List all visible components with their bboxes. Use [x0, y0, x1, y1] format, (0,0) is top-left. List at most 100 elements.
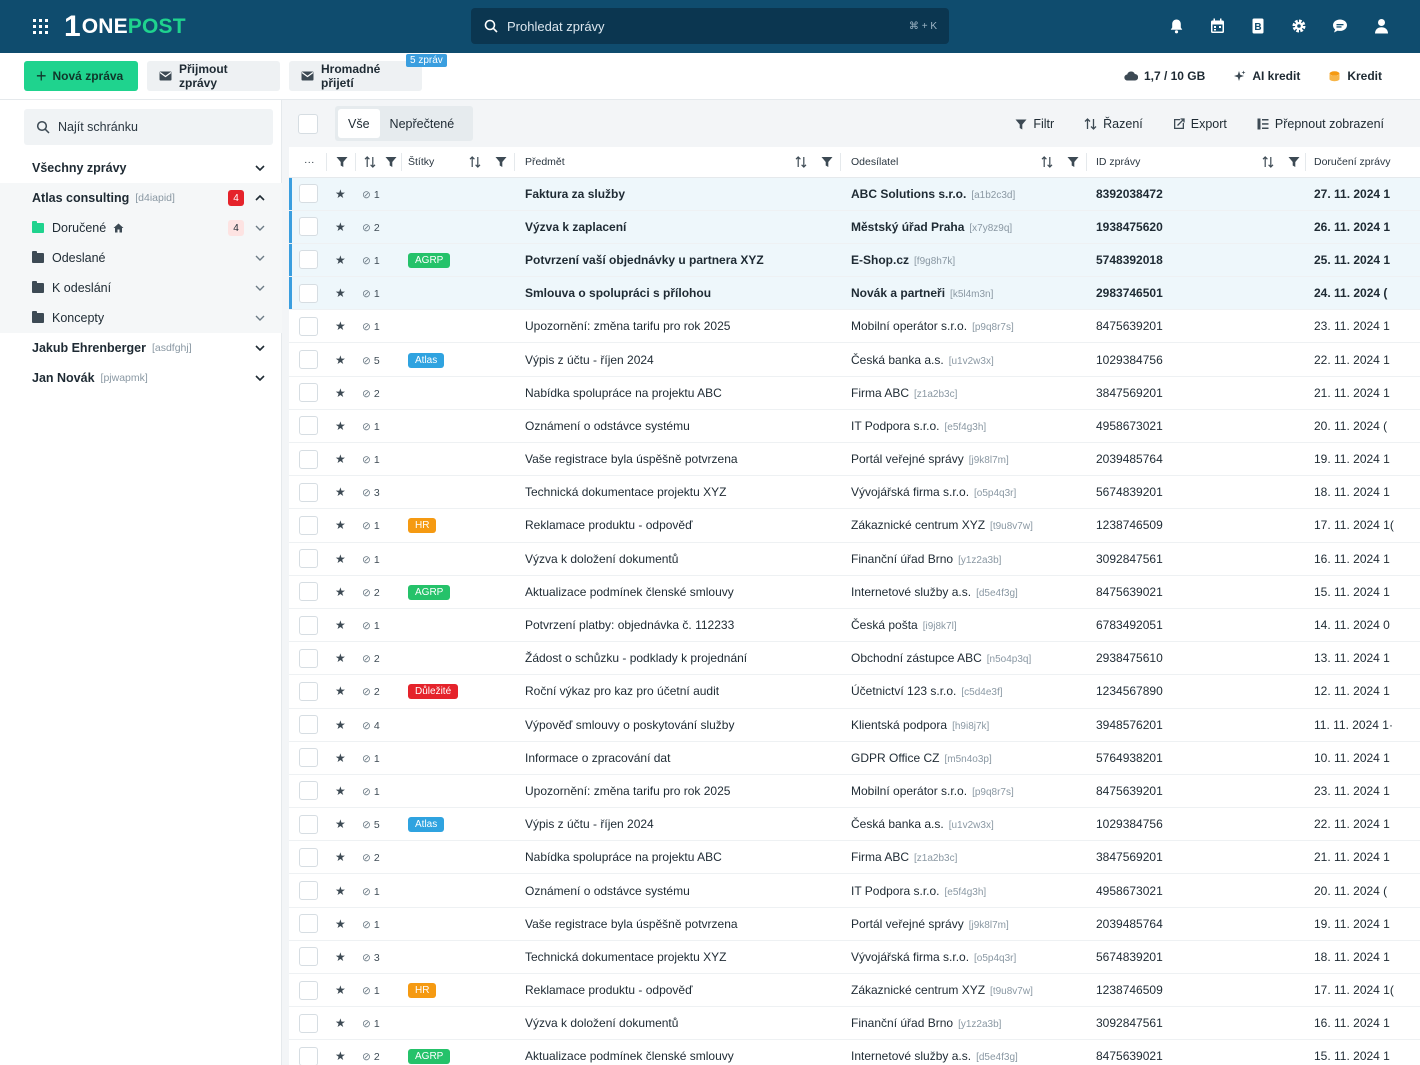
row-checkbox[interactable]	[299, 814, 318, 834]
switch-view-button[interactable]: Přepnout zobrazení	[1257, 117, 1384, 131]
column-more-menu[interactable]: ···	[289, 147, 327, 178]
row-checkbox[interactable]	[299, 1013, 318, 1033]
tag-badge[interactable]: AGRP	[408, 1049, 451, 1065]
table-row[interactable]: ★ ⊘ 1 AGRP Potvrzení vaší objednávky u partn…	[289, 243, 1420, 278]
sidebar-folder-outbox[interactable]: K odeslání	[0, 273, 282, 303]
table-row[interactable]: ★ ⊘ 2 Nabídka spolupráce na projektu ABC Fir…	[289, 376, 1420, 410]
bell-icon[interactable]	[1167, 17, 1185, 35]
star-icon[interactable]: ★	[335, 319, 346, 333]
row-checkbox[interactable]	[299, 250, 318, 270]
calendar-icon[interactable]	[1208, 17, 1226, 35]
star-icon[interactable]: ★	[335, 253, 346, 267]
message-subject[interactable]: Upozornění: změna tarifu pro rok 2025	[525, 319, 730, 333]
message-subject[interactable]: Vaše registrace byla úspěšně potvrzena	[525, 917, 738, 931]
message-subject[interactable]: Výzva k doložení dokumentů	[525, 1016, 678, 1030]
star-icon[interactable]: ★	[335, 585, 346, 599]
row-checkbox[interactable]	[299, 217, 318, 237]
star-icon[interactable]: ★	[335, 983, 346, 997]
star-icon[interactable]: ★	[335, 718, 346, 732]
row-checkbox[interactable]	[299, 648, 318, 668]
star-icon[interactable]: ★	[335, 187, 346, 201]
filter-icon[interactable]	[821, 156, 833, 168]
star-icon[interactable]: ★	[335, 552, 346, 566]
column-star-filter[interactable]	[327, 147, 356, 178]
table-row[interactable]: ★ ⊘ 2 Výzva k zaplacení Městský úřad Praha [x…	[289, 210, 1420, 244]
message-subject[interactable]: Potvrzení vaší objednávky u partnera XYZ	[525, 253, 764, 267]
column-sender[interactable]: Odesílatel	[841, 147, 1087, 178]
message-subject[interactable]: Výpis z účtu - říjen 2024	[525, 353, 654, 367]
message-subject[interactable]: Reklamace produktu - odpověď	[525, 518, 692, 532]
tag-badge[interactable]: AGRP	[408, 252, 451, 268]
star-icon[interactable]: ★	[335, 518, 346, 532]
table-row[interactable]: ★ ⊘ 1 Smlouva o spolupráci s přílohou Novák …	[289, 276, 1420, 311]
row-checkbox[interactable]	[299, 715, 318, 735]
star-icon[interactable]: ★	[335, 419, 346, 433]
receive-messages-button[interactable]: Přijmout zprávy	[147, 61, 280, 91]
tag-badge[interactable]: Atlas	[408, 352, 445, 368]
message-subject[interactable]: Výzva k doložení dokumentů	[525, 552, 678, 566]
star-icon[interactable]: ★	[335, 651, 346, 665]
chevron-down-icon[interactable]	[254, 252, 266, 264]
table-row[interactable]: ★ ⊘ 1 Oznámení o odstávce systému IT Podpora…	[289, 409, 1420, 444]
chat-icon[interactable]	[1331, 17, 1349, 35]
row-checkbox[interactable]	[299, 184, 318, 204]
star-icon[interactable]: ★	[335, 353, 346, 367]
message-subject[interactable]: Výpis z účtu - říjen 2024	[525, 817, 654, 831]
table-row[interactable]: ★ ⊘ 1 Potvrzení platby: objednávka č. 11223…	[289, 608, 1420, 643]
star-icon[interactable]: ★	[335, 917, 346, 931]
ai-credit-button[interactable]: AI kredit	[1233, 69, 1300, 83]
star-icon[interactable]: ★	[335, 1016, 346, 1030]
tag-badge[interactable]: Atlas	[408, 817, 445, 833]
message-subject[interactable]: Oznámení o odstávce systému	[525, 419, 690, 433]
message-subject[interactable]: Potvrzení platby: objednávka č. 112233	[525, 618, 734, 632]
sort-icon[interactable]	[364, 156, 376, 168]
filter-icon[interactable]	[1288, 156, 1300, 168]
sidebar-account-jan[interactable]: Jan Novák [pjwapmk]	[0, 363, 282, 393]
tag-badge[interactable]: HR	[408, 983, 437, 999]
star-icon[interactable]: ★	[335, 220, 346, 234]
sort-icon[interactable]	[795, 156, 807, 168]
table-row[interactable]: ★ ⊘ 2 Důležité Roční výkaz pro kaz pro účetn…	[289, 674, 1420, 709]
message-subject[interactable]: Upozornění: změna tarifu pro rok 2025	[525, 784, 730, 798]
sidebar-item-all-messages[interactable]: Všechny zprávy	[0, 153, 282, 183]
star-icon[interactable]: ★	[335, 817, 346, 831]
table-row[interactable]: ★ ⊘ 5 Atlas Výpis z účtu - říjen 2024 Česká b…	[289, 342, 1420, 377]
table-row[interactable]: ★ ⊘ 1 HR Reklamace produktu - odpověď Zákazni…	[289, 508, 1420, 543]
message-subject[interactable]: Nabídka spolupráce na projektu ABC	[525, 850, 722, 864]
star-icon[interactable]: ★	[335, 286, 346, 300]
tag-badge[interactable]: HR	[408, 518, 437, 534]
row-checkbox[interactable]	[299, 515, 318, 535]
message-subject[interactable]: Roční výkaz pro kaz pro účetní audit	[525, 684, 719, 698]
sort-icon[interactable]	[1041, 156, 1053, 168]
row-checkbox[interactable]	[299, 914, 318, 934]
export-button[interactable]: Export	[1173, 117, 1227, 131]
star-icon[interactable]: ★	[335, 784, 346, 798]
chevron-down-icon[interactable]	[254, 312, 266, 324]
table-row[interactable]: ★ ⊘ 1 HR Reklamace produktu - odpověď Zákazni…	[289, 973, 1420, 1008]
table-row[interactable]: ★ ⊘ 1 Oznámení o odstávce systému IT Podpora…	[289, 873, 1420, 908]
message-subject[interactable]: Reklamace produktu - odpověď	[525, 983, 692, 997]
tab-unread[interactable]: Nepřečtené	[380, 109, 465, 138]
row-checkbox[interactable]	[299, 416, 318, 436]
row-checkbox[interactable]	[299, 947, 318, 967]
bulk-receive-button[interactable]: Hromadné přijetí	[289, 61, 422, 91]
sort-icon[interactable]	[1262, 156, 1274, 168]
message-subject[interactable]: Výpověď smlouvy o poskytování služby	[525, 718, 734, 732]
chevron-down-icon[interactable]	[254, 162, 266, 174]
message-subject[interactable]: Nabídka spolupráce na projektu ABC	[525, 386, 722, 400]
gear-icon[interactable]	[1290, 17, 1308, 35]
star-icon[interactable]: ★	[335, 1049, 346, 1063]
table-row[interactable]: ★ ⊘ 2 AGRP Aktualizace podmínek členské smlo…	[289, 1039, 1420, 1065]
table-row[interactable]: ★ ⊘ 1 Vaše registrace byla úspěšně potvrzen…	[289, 907, 1420, 941]
search-input[interactable]: Prohledat zprávy ⌘ + K	[471, 8, 949, 44]
row-checkbox[interactable]	[299, 549, 318, 569]
star-icon[interactable]: ★	[335, 485, 346, 499]
message-subject[interactable]: Vaše registrace byla úspěšně potvrzena	[525, 452, 738, 466]
user-icon[interactable]	[1372, 17, 1390, 35]
storage-indicator[interactable]: 1,7 / 10 GB	[1124, 69, 1205, 83]
sort-button[interactable]: Řazení	[1084, 117, 1143, 131]
app-logo[interactable]: 1 ONEPOST	[64, 12, 186, 42]
table-row[interactable]: ★ ⊘ 1 Faktura za služby ABC Solutions s.r.o.…	[289, 177, 1420, 211]
tag-badge[interactable]: AGRP	[408, 584, 451, 600]
message-subject[interactable]: Aktualizace podmínek členské smlouvy	[525, 1049, 734, 1063]
